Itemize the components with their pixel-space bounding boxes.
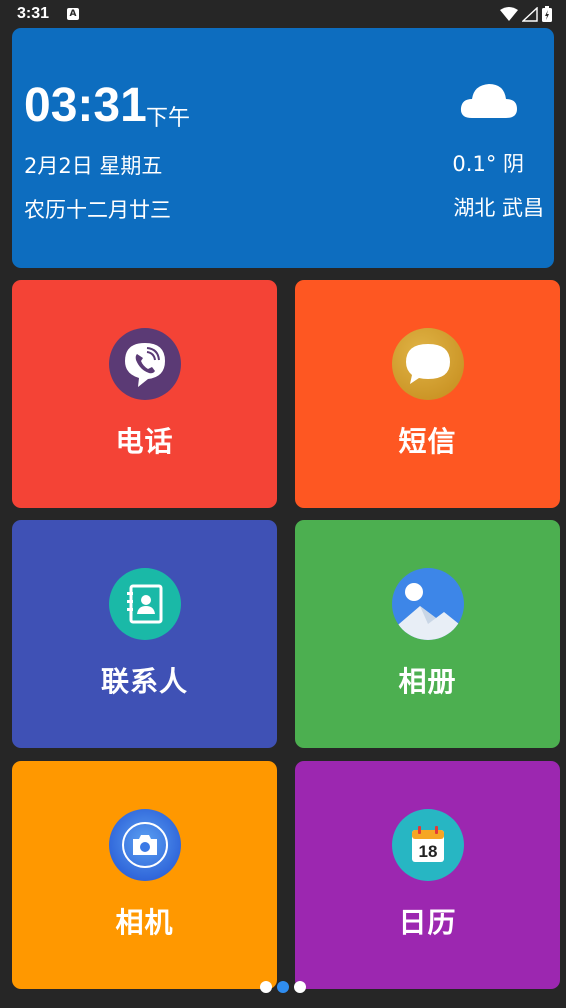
calendar-day-number: 18 xyxy=(418,842,437,861)
app-tile-calendar[interactable]: 18 日历 xyxy=(295,761,560,989)
camera-icon xyxy=(108,809,181,881)
notification-a-icon: A xyxy=(67,8,80,20)
app-tile-gallery[interactable]: 相册 xyxy=(295,520,560,748)
app-tile-messages[interactable]: 短信 xyxy=(295,280,560,508)
page-indicator[interactable] xyxy=(0,980,566,994)
app-label-phone: 电话 xyxy=(115,425,174,458)
status-icons xyxy=(500,6,552,22)
clock-ampm: 下午 xyxy=(146,106,191,131)
battery-icon xyxy=(542,6,552,22)
status-time: 3:31 xyxy=(17,5,50,22)
page-dot[interactable] xyxy=(294,981,306,993)
contacts-icon xyxy=(108,568,181,640)
page-dot-current[interactable] xyxy=(277,981,289,993)
weather-location: 湖北 武昌 xyxy=(453,196,544,220)
app-tile-phone[interactable]: 电话 xyxy=(12,280,277,508)
phone-icon xyxy=(108,328,181,400)
app-label-contacts: 联系人 xyxy=(100,665,188,698)
app-tile-contacts[interactable]: 联系人 xyxy=(12,520,277,748)
app-label-messages: 短信 xyxy=(398,425,457,458)
app-label-calendar: 日历 xyxy=(398,906,457,939)
signal-icon xyxy=(522,6,538,22)
weather-temperature: 0.1° 阴 xyxy=(452,152,524,176)
app-label-gallery: 相册 xyxy=(398,665,457,698)
cloud-icon xyxy=(460,84,517,118)
app-label-camera: 相机 xyxy=(115,906,174,939)
clock-weather-widget[interactable]: 03:31 下午 2月2日 星期五 农历十二月廿三 0.1° 阴 湖北 武昌 xyxy=(12,28,554,268)
message-icon xyxy=(391,328,464,400)
gallery-icon xyxy=(391,568,464,640)
page-dot[interactable] xyxy=(260,981,272,993)
status-bar: 3:31 A xyxy=(0,0,566,28)
calendar-icon: 18 xyxy=(391,809,464,881)
clock-time: 03:31 xyxy=(24,79,147,132)
app-tile-camera[interactable]: 相机 xyxy=(12,761,277,989)
clock-date: 2月2日 星期五 xyxy=(24,154,163,178)
wifi-icon xyxy=(500,6,518,21)
lunar-date: 农历十二月廿三 xyxy=(24,198,171,222)
